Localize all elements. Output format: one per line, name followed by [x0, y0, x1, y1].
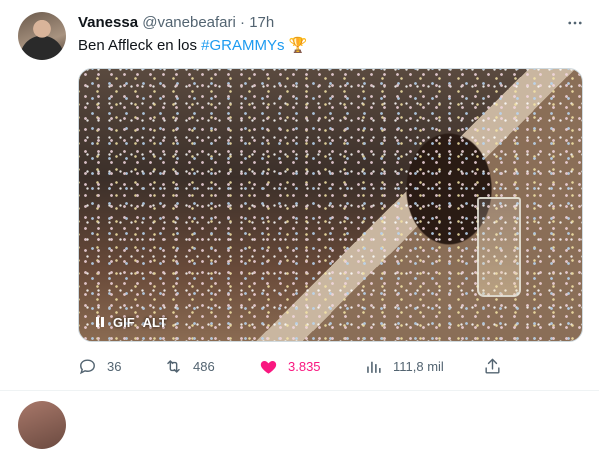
header-separator: · — [240, 14, 246, 31]
trophy-emoji: 🏆 — [288, 37, 308, 54]
author-name[interactable]: Vanessa — [78, 14, 138, 31]
reply-button[interactable]: 36 — [78, 355, 121, 377]
tweet-text: Ben Affleck en los #GRAMMYs 🏆 — [78, 36, 307, 56]
like-count: 3.835 — [288, 358, 321, 374]
views-count: 111,8 mil — [393, 358, 444, 374]
reply-icon — [79, 358, 95, 374]
like-button[interactable]: 3.835 — [259, 355, 321, 377]
more-options-button[interactable] — [562, 10, 588, 36]
next-tweet-avatar[interactable] — [18, 401, 66, 449]
tweet[interactable]: Vanessa @vanebeafari · 17h Ben Affleck e… — [0, 0, 599, 390]
tweet-header: Vanessa @vanebeafari · 17h — [78, 13, 274, 33]
retweet-icon — [167, 359, 180, 373]
tweet-actions: 36 486 3.835 111,8 mil — [78, 355, 583, 377]
gif-badge: GIF — [113, 314, 135, 330]
pause-icon[interactable] — [95, 317, 105, 327]
alt-badge[interactable]: ALT — [143, 315, 167, 330]
heart-filled-icon — [260, 360, 277, 374]
share-button[interactable] — [483, 355, 502, 377]
views-chart-icon — [367, 361, 381, 373]
reply-count: 36 — [107, 358, 122, 374]
glass-image — [477, 197, 521, 297]
gif-media[interactable]: GIF ALT — [78, 68, 583, 342]
author-handle[interactable]: @vanebeafari — [142, 14, 236, 31]
avatar[interactable] — [18, 12, 66, 60]
views-button[interactable]: 111,8 mil — [364, 355, 444, 377]
tweet-time[interactable]: 17h — [249, 14, 274, 31]
hashtag-link[interactable]: #GRAMMYs — [201, 37, 284, 54]
retweet-count: 486 — [193, 358, 215, 374]
more-horizontal-icon — [568, 21, 582, 25]
retweet-button[interactable]: 486 — [164, 355, 215, 377]
share-icon — [485, 358, 500, 374]
tweet-divider — [0, 390, 599, 391]
tweet-text-body: Ben Affleck en los — [78, 37, 202, 54]
gif-controls: GIF ALT — [95, 313, 167, 331]
